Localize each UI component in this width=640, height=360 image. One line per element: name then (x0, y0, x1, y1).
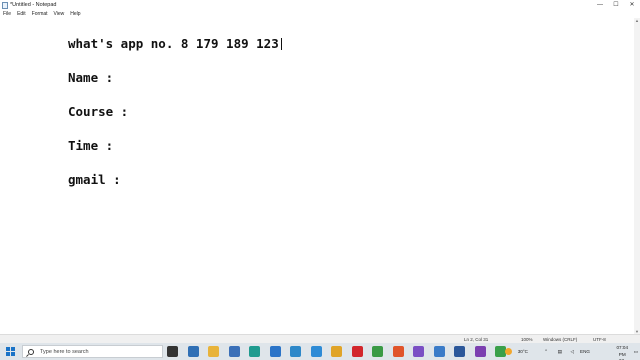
editor-line-time: Time : (68, 138, 114, 153)
task-view-icon[interactable] (167, 346, 178, 357)
editor-line-gmail: gmail : (68, 172, 121, 187)
word-icon[interactable] (454, 346, 465, 357)
speaker-icon[interactable]: ◁ (570, 343, 574, 360)
widgets-icon[interactable] (187, 346, 199, 357)
settings-icon[interactable] (310, 346, 322, 357)
edge-icon[interactable] (249, 346, 260, 357)
clock-time: 07:04 PM (616, 345, 629, 357)
taskbar-clock[interactable]: 07:04 PM 23-02-2022 (617, 345, 629, 360)
weather-temp[interactable]: 30°C (518, 343, 528, 360)
menu-edit[interactable]: Edit (17, 10, 26, 18)
input-language[interactable]: ENG (580, 343, 590, 360)
text-caret (280, 38, 282, 50)
notepad-icon[interactable] (433, 346, 445, 357)
onenote-icon[interactable] (474, 346, 486, 357)
window-controls: — ☐ ✕ (592, 0, 640, 10)
minimize-button[interactable]: — (592, 0, 608, 10)
vertical-scrollbar[interactable]: ▲ ▼ (634, 18, 640, 334)
menu-view[interactable]: View (54, 10, 65, 18)
menu-file[interactable]: File (3, 10, 11, 18)
search-placeholder: Type here to search (40, 348, 89, 355)
windows-start-icon[interactable] (6, 347, 15, 356)
title-bar: *Untitled - Notepad — ☐ ✕ (0, 0, 640, 10)
editor-line-text: what's app no. 8 179 189 123 (68, 36, 279, 51)
window-title: *Untitled - Notepad (10, 2, 57, 8)
close-button[interactable]: ✕ (624, 0, 640, 10)
notification-icon[interactable]: ▭ (634, 343, 638, 360)
store-icon[interactable] (228, 346, 240, 357)
pinned-apps (167, 346, 516, 357)
scroll-up-icon[interactable]: ▲ (634, 18, 640, 23)
app-icon[interactable] (413, 346, 424, 357)
menu-help[interactable]: Help (70, 10, 80, 18)
network-icon[interactable]: ▤ (558, 343, 562, 360)
notepad-app-icon (2, 1, 8, 9)
editor-line-course: Course : (68, 104, 129, 119)
photos-icon[interactable] (290, 346, 301, 357)
weather-icon[interactable] (505, 348, 512, 355)
menu-bar: File Edit Format View Help (0, 10, 640, 18)
menu-format[interactable]: Format (32, 10, 48, 18)
firefox-icon[interactable] (392, 346, 404, 357)
opera-icon[interactable] (351, 346, 363, 357)
status-bar: Ln 2, Col 31 100% Windows (CRLF) UTF-8 (0, 334, 640, 343)
file-explorer-icon[interactable] (208, 346, 219, 357)
chrome-icon[interactable] (372, 346, 383, 357)
editor-line-whatsapp: what's app no. 8 179 189 123 (68, 36, 282, 51)
text-editor[interactable]: what's app no. 8 179 189 123 Name : Cour… (0, 18, 640, 334)
chevron-up-icon[interactable]: ⌃ (544, 343, 548, 360)
search-icon (28, 348, 34, 355)
mail-icon[interactable] (269, 346, 281, 357)
taskbar: Type here to search 30°C ⌃ ▤ ◁ ENG 07:04… (0, 343, 640, 360)
maximize-button[interactable]: ☐ (608, 0, 624, 10)
taskbar-search-box[interactable]: Type here to search (22, 345, 163, 358)
editor-line-name: Name : (68, 70, 114, 85)
terminal-icon[interactable] (331, 346, 342, 357)
